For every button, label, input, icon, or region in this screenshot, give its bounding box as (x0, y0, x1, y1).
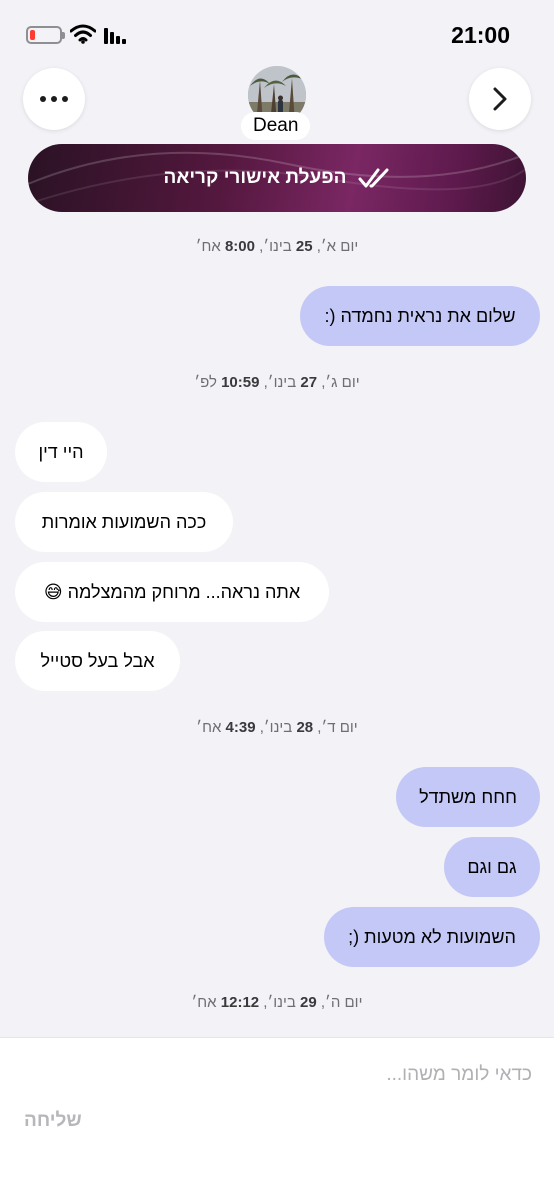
banner-label: הפעלת אישורי קריאה (163, 167, 347, 188)
sent-message[interactable]: השמועות לא מטעות (; (324, 907, 540, 967)
date-separator: יום ג׳, 27 בינו׳, 10:59 לפ׳ (194, 374, 360, 391)
status-time: 21:00 (451, 22, 510, 48)
message-input[interactable]: כדאי לומר משהו... (232, 1064, 532, 1086)
chat-screen: 21:00 Dean הפעלת אישורי קריאה יום א׳, 25… (0, 0, 554, 1200)
signal-icon (104, 28, 126, 44)
received-message[interactable]: היי דין (15, 422, 107, 482)
sent-message[interactable]: חחח משתדל (396, 767, 540, 827)
sent-message[interactable]: גם וגם (444, 837, 540, 897)
composer (0, 1037, 554, 1200)
send-button[interactable]: שליחה (24, 1110, 82, 1132)
chevron-right-icon (493, 87, 507, 111)
sent-message[interactable]: שלום את נראית נחמדה (: (300, 286, 540, 346)
date-separator: יום א׳, 25 בינו׳, 8:00 אח׳ (195, 238, 359, 255)
more-icon (40, 96, 68, 102)
read-receipts-banner[interactable]: הפעלת אישורי קריאה (28, 144, 526, 212)
status-bar: 21:00 (0, 0, 554, 66)
received-message[interactable]: אבל בעל סטייל (15, 631, 180, 691)
contact-name[interactable]: Dean (241, 112, 311, 140)
date-separator: יום ד׳, 28 בינו׳, 4:39 אח׳ (196, 719, 358, 736)
more-options-button[interactable] (23, 68, 85, 130)
double-check-icon (358, 168, 389, 188)
received-message[interactable]: ככה השמועות אומרות (15, 492, 233, 552)
back-button[interactable] (469, 68, 531, 130)
battery-icon (26, 26, 65, 44)
date-separator: יום ה׳, 29 בינו׳, 12:12 אח׳ (191, 994, 363, 1011)
received-message[interactable]: אתה נראה... מרוחק מהמצלמה 😅 (15, 562, 329, 622)
wifi-icon (70, 24, 96, 44)
